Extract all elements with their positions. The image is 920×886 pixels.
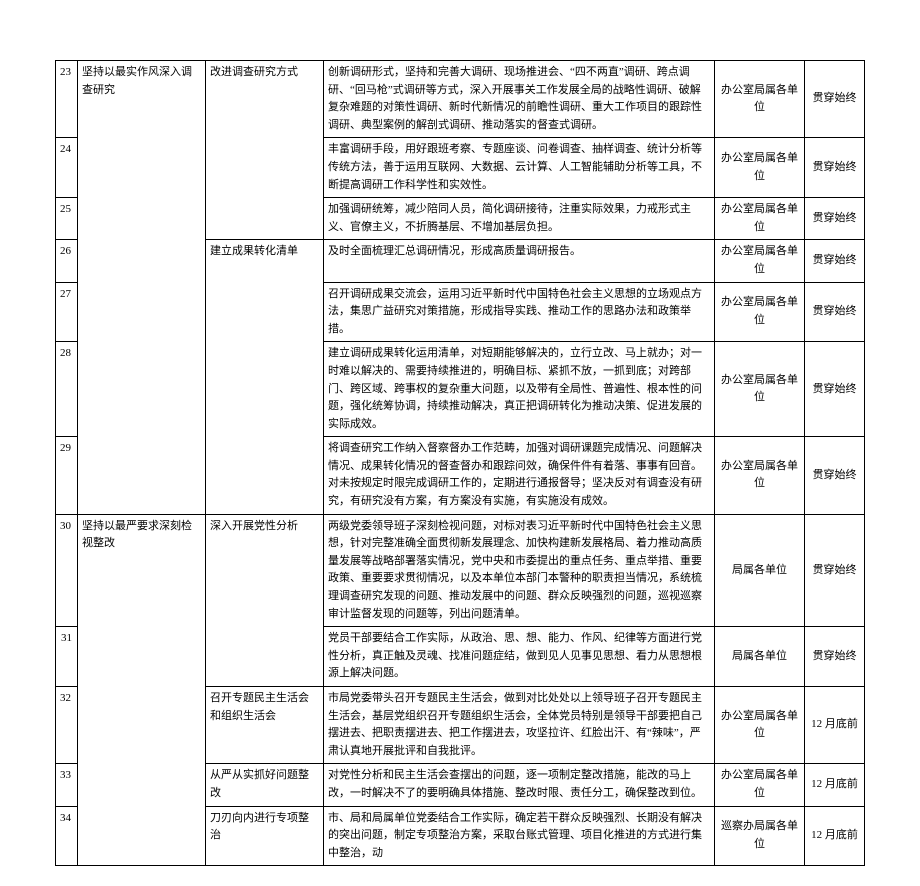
description-cell: 市、局和局属单位党委结合工作实际，确定若干群众反映强烈、长期没有解决的突出问题，…: [324, 806, 715, 866]
row-id: 24: [56, 138, 78, 198]
department-cell: 办公室局属各单位: [715, 764, 805, 806]
timing-cell: 12 月底前: [805, 806, 865, 866]
description-cell: 对党性分析和民主生活会查摆出的问题，逐一项制定整改措施，能改的马上改，一时解决不…: [324, 764, 715, 806]
department-cell: 办公室局属各单位: [715, 282, 805, 342]
description-cell: 将调查研究工作纳入督察督办工作范畴，加强对调研课题完成情况、问题解决情况、成果转…: [324, 437, 715, 514]
description-cell: 建立调研成果转化运用清单，对短期能够解决的，立行立改、马上就办；对一时难以解决的…: [324, 342, 715, 437]
table-row: 30坚持以最严要求深刻检视整改深入开展党性分析两级党委领导班子深刻检视问题，对标…: [56, 514, 865, 627]
timing-cell: 贯穿始终: [805, 61, 865, 138]
category-cell: 坚持以最严要求深刻检视整改: [78, 514, 206, 866]
row-id: 33: [56, 764, 78, 806]
measure-cell: 召开专题民主生活会和组织生活会: [206, 687, 324, 764]
measure-cell: 建立成果转化清单: [206, 240, 324, 514]
row-id: 23: [56, 61, 78, 138]
description-cell: 丰富调研手段，用好跟班考察、专题座谈、问卷调查、抽样调查、统计分析等传统方法，善…: [324, 138, 715, 198]
timing-cell: 贯穿始终: [805, 342, 865, 437]
row-id: 31: [56, 627, 78, 687]
measure-cell: 深入开展党性分析: [206, 514, 324, 686]
category-cell: 坚持以最实作风深入调查研究: [78, 61, 206, 515]
department-cell: 办公室局属各单位: [715, 240, 805, 282]
timing-cell: 贯穿始终: [805, 514, 865, 627]
timing-cell: 贯穿始终: [805, 437, 865, 514]
department-cell: 局属各单位: [715, 627, 805, 687]
department-cell: 办公室局属各单位: [715, 198, 805, 240]
row-id: 25: [56, 198, 78, 240]
measure-cell: 从严从实抓好问题整改: [206, 764, 324, 806]
row-id: 28: [56, 342, 78, 437]
measure-cell: 改进调查研究方式: [206, 61, 324, 240]
timing-cell: 12 月底前: [805, 764, 865, 806]
description-cell: 市局党委带头召开专题民主生活会，做到对比处处以上领导班子召开专题民主生活会，基层…: [324, 687, 715, 764]
description-cell: 创新调研形式，坚持和完善大调研、现场推进会、“四不两直”调研、跨点调研、“回马枪…: [324, 61, 715, 138]
department-cell: 办公室局属各单位: [715, 61, 805, 138]
department-cell: 局属各单位: [715, 514, 805, 627]
row-id: 29: [56, 437, 78, 514]
content-table: 23坚持以最实作风深入调查研究改进调查研究方式创新调研形式，坚持和完善大调研、现…: [55, 60, 865, 866]
description-cell: 两级党委领导班子深刻检视问题，对标对表习近平新时代中国特色社会主义思想，针对完整…: [324, 514, 715, 627]
table-row: 23坚持以最实作风深入调查研究改进调查研究方式创新调研形式，坚持和完善大调研、现…: [56, 61, 865, 138]
department-cell: 办公室局属各单位: [715, 342, 805, 437]
timing-cell: 贯穿始终: [805, 627, 865, 687]
row-id: 30: [56, 514, 78, 627]
measure-cell: 刀刃向内进行专项整治: [206, 806, 324, 866]
row-id: 34: [56, 806, 78, 866]
department-cell: 办公室局属各单位: [715, 138, 805, 198]
timing-cell: 贯穿始终: [805, 198, 865, 240]
description-cell: 召开调研成果交流会，运用习近平新时代中国特色社会主义思想的立场观点方法，集思广益…: [324, 282, 715, 342]
description-cell: 及时全面梳理汇总调研情况，形成高质量调研报告。: [324, 240, 715, 282]
row-id: 27: [56, 282, 78, 342]
timing-cell: 贯穿始终: [805, 240, 865, 282]
department-cell: 巡察办局属各单位: [715, 806, 805, 866]
timing-cell: 12 月底前: [805, 687, 865, 764]
description-cell: 加强调研统筹，减少陪同人员，简化调研接待，注重实际效果，力戒形式主义、官僚主义，…: [324, 198, 715, 240]
timing-cell: 贯穿始终: [805, 138, 865, 198]
row-id: 26: [56, 240, 78, 282]
department-cell: 办公室局属各单位: [715, 687, 805, 764]
department-cell: 办公室局属各单位: [715, 437, 805, 514]
row-id: 32: [56, 687, 78, 764]
page-content: 23坚持以最实作风深入调查研究改进调查研究方式创新调研形式，坚持和完善大调研、现…: [0, 0, 920, 886]
timing-cell: 贯穿始终: [805, 282, 865, 342]
description-cell: 党员干部要结合工作实际，从政治、思、想、能力、作风、纪律等方面进行党性分析，真正…: [324, 627, 715, 687]
